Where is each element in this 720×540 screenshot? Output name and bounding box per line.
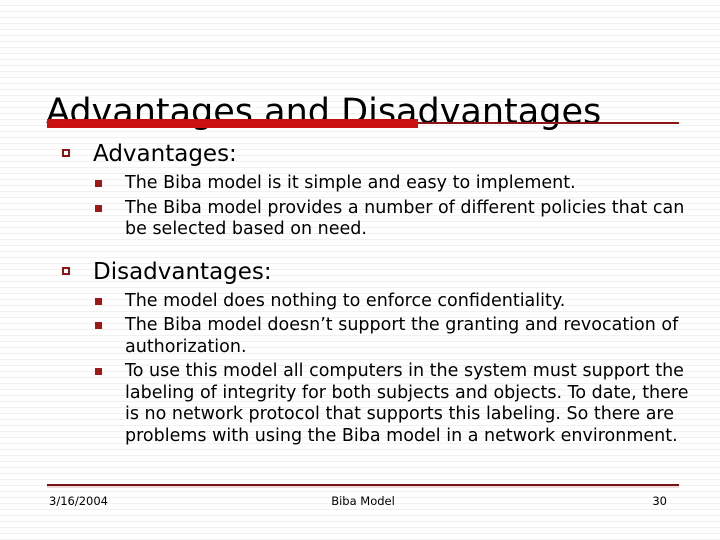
list-item: The Biba model doesn’t support the grant…: [0, 315, 720, 358]
list-item-label: The Biba model provides a number of diff…: [125, 197, 685, 240]
footer-page-number: 30: [652, 494, 667, 508]
list-item-label: The Biba model is it simple and easy to …: [125, 173, 576, 193]
footer-divider: [47, 484, 679, 488]
slide-footer: 3/16/2004 Biba Model 30: [47, 493, 679, 513]
list-item: The model does nothing to enforce confid…: [0, 291, 720, 313]
section-heading-disadvantages: Disadvantages:: [0, 257, 720, 288]
list-item: The Biba model provides a number of diff…: [0, 198, 720, 241]
title-divider-accent-bar: [47, 119, 418, 128]
section-heading-label: Advantages:: [93, 141, 237, 167]
section-heading-label: Disadvantages:: [93, 258, 272, 285]
filled-square-bullet-icon: [95, 297, 102, 305]
list-item-label: The model does nothing to enforce confid…: [125, 290, 566, 311]
section-heading-advantages: Advantages:: [0, 139, 720, 170]
hollow-square-bullet-icon: [62, 266, 70, 275]
list-item: The Biba model is it simple and easy to …: [0, 173, 720, 195]
list-item-label: To use this model all computers in the s…: [125, 361, 689, 446]
filled-square-bullet-icon: [95, 322, 102, 329]
slide-body: Advantages: The Biba model is it simple …: [0, 139, 720, 447]
list-item-label: The Biba model doesn’t support the grant…: [125, 315, 679, 357]
title-divider: [47, 119, 679, 131]
slide-canvas: Advantages and Disadvantages Advantages:…: [0, 0, 720, 540]
footer-title: Biba Model: [331, 494, 395, 508]
filled-square-bullet-icon: [95, 180, 102, 187]
hollow-square-bullet-icon: [62, 149, 70, 157]
filled-square-bullet-icon: [95, 368, 102, 375]
footer-divider-light-line: [47, 486, 679, 488]
filled-square-bullet-icon: [95, 204, 102, 212]
list-item: To use this model all computers in the s…: [0, 361, 720, 447]
